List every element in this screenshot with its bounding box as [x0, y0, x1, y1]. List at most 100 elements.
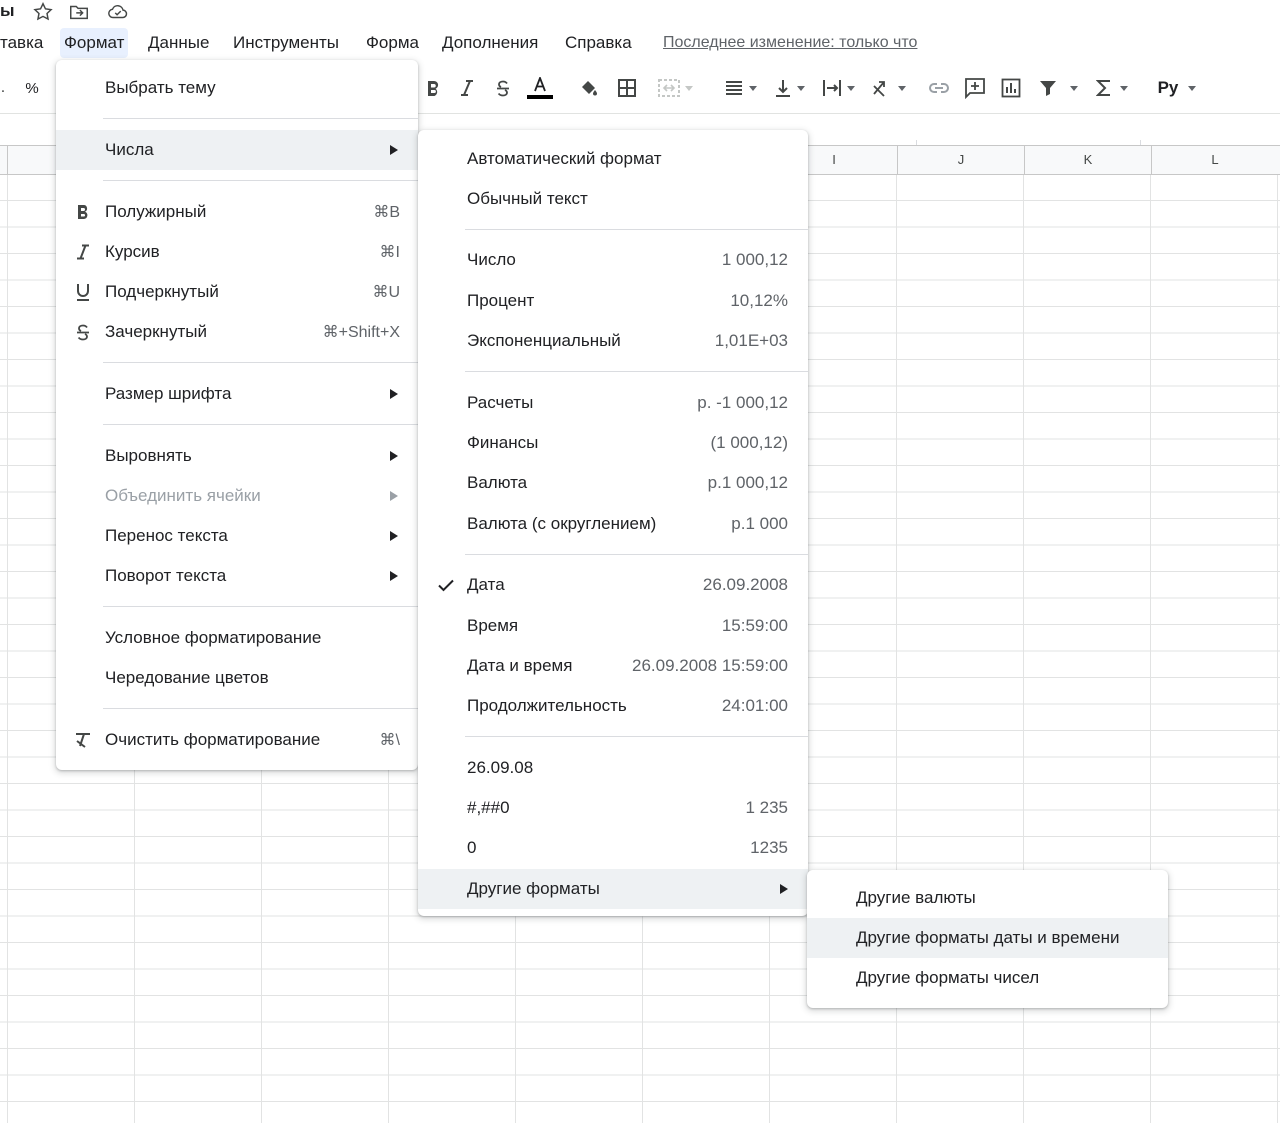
menu-item-alternating-colors[interactable]: Чередование цветов — [56, 658, 418, 698]
functions-button[interactable] — [1092, 74, 1132, 102]
clear-formatting-icon — [72, 729, 94, 751]
format-example: 24:01:00 — [721, 696, 788, 715]
shortcut-label: ⌘+Shift+X — [322, 324, 400, 341]
menu-item-strikethrough[interactable]: Зачеркнутый ⌘+Shift+X — [56, 312, 418, 352]
menu-data[interactable]: Данные — [144, 28, 213, 58]
menu-separator — [465, 371, 808, 372]
fill-color-button[interactable] — [577, 74, 601, 102]
format-example: (1 000,12) — [710, 433, 789, 452]
menu-item-duration[interactable]: Продолжительность 24:01:00 — [418, 686, 808, 726]
strikethrough-button[interactable] — [492, 74, 514, 102]
underline-icon — [72, 281, 94, 303]
text-rotation-button[interactable] — [868, 74, 908, 102]
menu-item-date-time[interactable]: Дата и время 26.09.2008 15:59:00 — [418, 646, 808, 686]
bold-icon — [72, 201, 94, 223]
text-color-button[interactable] — [527, 74, 553, 102]
menu-item-custom-number-integer[interactable]: 0 1235 — [418, 828, 808, 868]
column-header-j[interactable]: J — [897, 146, 1024, 174]
cloud-saved-icon[interactable] — [107, 1, 129, 23]
last-edit-link[interactable]: Последнее изменение: только что — [663, 28, 917, 58]
menu-item-text-wrapping[interactable]: Перенос текста — [56, 516, 418, 556]
menu-addons[interactable]: Дополнения — [438, 28, 542, 58]
menu-insert[interactable]: тавка — [0, 28, 47, 58]
menu-item-select-theme[interactable]: Выбрать тему — [56, 68, 418, 108]
wrap-text-icon — [822, 80, 841, 96]
menu-item-date[interactable]: Дата 26.09.2008 — [418, 565, 808, 605]
format-example: 10,12% — [730, 291, 788, 310]
menu-item-underline[interactable]: Подчеркнутый ⌘U — [56, 272, 418, 312]
menu-item-automatic-format[interactable]: Автоматический формат — [418, 139, 808, 179]
percent-format-button[interactable]: % — [22, 74, 42, 102]
add-comment-icon — [965, 78, 985, 99]
menu-item-font-size[interactable]: Размер шрифта — [56, 374, 418, 414]
menu-format[interactable]: Формат — [60, 28, 129, 58]
insert-chart-button[interactable] — [999, 74, 1023, 102]
menu-item-number[interactable]: Число 1 000,12 — [418, 240, 808, 280]
menu-form[interactable]: Форма — [362, 28, 423, 58]
checkmark-icon — [438, 579, 454, 592]
menu-item-numbers[interactable]: Числа — [56, 130, 418, 170]
horizontal-align-button[interactable] — [720, 74, 760, 102]
bold-button[interactable] — [422, 74, 444, 102]
submenu-arrow-icon — [390, 145, 398, 155]
menu-item-more-currencies[interactable]: Другие валюты — [807, 878, 1168, 918]
column-header-k[interactable]: K — [1024, 146, 1151, 174]
menu-item-bold[interactable]: Полужирный ⌘B — [56, 192, 418, 232]
menu-item-percent[interactable]: Процент 10,12% — [418, 281, 808, 321]
menu-item-plain-text[interactable]: Обычный текст — [418, 179, 808, 219]
vertical-align-button[interactable] — [770, 74, 808, 102]
merge-cells-button[interactable] — [652, 74, 698, 102]
menu-item-accounting[interactable]: Расчеты р. -1 000,12 — [418, 383, 808, 423]
star-icon[interactable] — [32, 1, 54, 23]
submenu-arrow-icon — [780, 884, 788, 894]
format-example: 1235 — [750, 838, 788, 857]
menu-item-more-date-time-formats[interactable]: Другие форматы даты и времени — [807, 918, 1168, 958]
submenu-arrow-icon — [390, 531, 398, 541]
strikethrough-icon — [72, 321, 94, 343]
menu-item-italic[interactable]: Курсив ⌘I — [56, 232, 418, 272]
menu-item-more-number-formats[interactable]: Другие форматы чисел — [807, 958, 1168, 998]
decrease-decimals-button[interactable]: . — [0, 74, 6, 102]
menu-help[interactable]: Справка — [561, 28, 636, 58]
menu-separator — [103, 118, 418, 119]
format-example: 1 235 — [745, 798, 788, 817]
document-title[interactable]: ы — [0, 0, 15, 22]
menu-separator — [103, 606, 418, 607]
menu-separator — [465, 554, 808, 555]
menu-item-custom-number-grouped[interactable]: #,##0 1 235 — [418, 788, 808, 828]
menu-separator — [103, 362, 418, 363]
insert-comment-button[interactable] — [963, 74, 987, 102]
menu-item-scientific[interactable]: Экспоненциальный 1,01E+03 — [418, 321, 808, 361]
menu-item-align[interactable]: Выровнять — [56, 436, 418, 476]
input-tools-button[interactable]: Pу — [1154, 74, 1200, 102]
sigma-icon — [1096, 80, 1110, 96]
italic-button[interactable] — [456, 74, 478, 102]
borders-button[interactable] — [615, 74, 639, 102]
strikethrough-icon — [497, 80, 509, 97]
column-header-l[interactable]: L — [1151, 146, 1278, 174]
menu-item-clear-formatting[interactable]: Очистить форматирование ⌘\ — [56, 720, 418, 760]
chart-icon — [1001, 78, 1021, 98]
menu-separator — [103, 180, 418, 181]
menu-item-currency-rounded[interactable]: Валюта (с округлением) р.1 000 — [418, 504, 808, 544]
menu-item-conditional-formatting[interactable]: Условное форматирование — [56, 618, 418, 658]
menu-separator — [465, 229, 808, 230]
menu-item-text-rotation[interactable]: Поворот текста — [56, 556, 418, 596]
filter-button[interactable] — [1035, 74, 1081, 102]
menu-tools[interactable]: Инструменты — [229, 28, 343, 58]
submenu-arrow-icon — [390, 491, 398, 501]
menu-item-financial[interactable]: Финансы (1 000,12) — [418, 423, 808, 463]
format-example: 1 000,12 — [721, 250, 788, 269]
submenu-arrow-icon — [390, 571, 398, 581]
text-wrapping-button[interactable] — [818, 74, 858, 102]
submenu-arrow-icon — [390, 389, 398, 399]
numbers-submenu: Автоматический формат Обычный текст Числ… — [418, 130, 808, 916]
menu-item-merge-cells[interactable]: Объединить ячейки — [56, 476, 418, 516]
menu-item-more-formats[interactable]: Другие форматы — [418, 869, 808, 909]
menu-item-currency[interactable]: Валюта р.1 000,12 — [418, 463, 808, 503]
menu-item-custom-date-format[interactable]: 26.09.08 — [418, 748, 808, 788]
move-to-folder-icon[interactable] — [68, 1, 90, 23]
bold-icon — [428, 80, 439, 96]
menu-item-time[interactable]: Время 15:59:00 — [418, 606, 808, 646]
insert-link-button[interactable] — [927, 74, 951, 102]
